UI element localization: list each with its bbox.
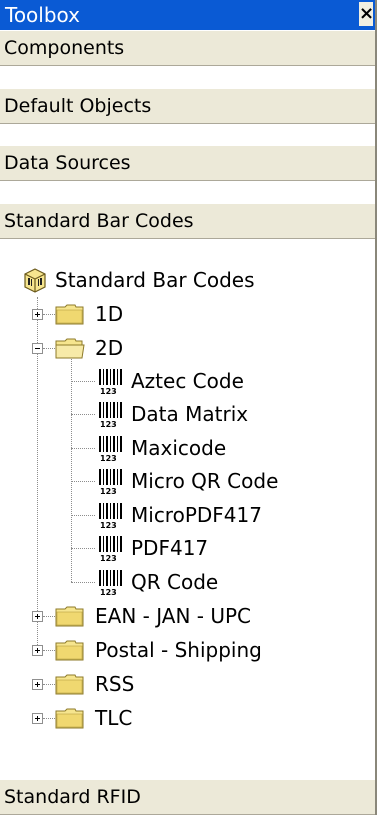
tree-root-label: Standard Bar Codes: [55, 268, 255, 292]
collapse-minus-icon[interactable]: [32, 343, 43, 354]
barcode-collection-icon: [22, 267, 48, 293]
folder-label: 1D: [95, 302, 124, 326]
expand-plus-icon[interactable]: [32, 611, 43, 622]
toolbox-titlebar: Toolbox ×: [0, 0, 375, 30]
tree-folder-postal-shipping[interactable]: Postal - Shipping: [0, 634, 375, 666]
barcode-icon: [96, 568, 126, 596]
folder-open-icon: [55, 337, 85, 359]
folder-label: RSS: [95, 672, 135, 696]
tree-item-qr-code[interactable]: QR Code: [0, 566, 375, 598]
tree-item-aztec-code[interactable]: Aztec Code: [0, 365, 375, 397]
tree-item-micropdf417[interactable]: MicroPDF417: [0, 499, 375, 531]
barcode-icon: [96, 501, 126, 529]
folder-closed-icon: [55, 639, 85, 661]
category-standard-rfid[interactable]: Standard RFID: [0, 779, 375, 815]
barcode-icon: [96, 434, 126, 462]
item-label: QR Code: [131, 570, 219, 594]
item-label: Maxicode: [131, 436, 227, 460]
expand-plus-icon[interactable]: [32, 309, 43, 320]
window-title: Toolbox: [5, 3, 80, 27]
item-label: MicroPDF417: [131, 503, 262, 527]
tree-item-pdf417[interactable]: PDF417: [0, 532, 375, 564]
barcode-icon: [96, 400, 126, 428]
tree-folder-1d[interactable]: 1D: [0, 298, 375, 330]
folder-label: TLC: [95, 706, 133, 730]
tree-item-maxicode[interactable]: Maxicode: [0, 432, 375, 464]
barcode-icon: [96, 367, 126, 395]
category-components[interactable]: Components: [0, 30, 375, 66]
folder-label: 2D: [95, 336, 124, 360]
folder-closed-icon: [55, 673, 85, 695]
tree-item-micro-qr-code[interactable]: Micro QR Code: [0, 465, 375, 497]
expand-plus-icon[interactable]: [32, 645, 43, 656]
tree-folder-ean-jan-upc[interactable]: EAN - JAN - UPC: [0, 600, 375, 632]
tree-item-data-matrix[interactable]: Data Matrix: [0, 398, 375, 430]
item-label: Aztec Code: [131, 369, 244, 393]
expand-plus-icon[interactable]: [32, 679, 43, 690]
folder-label: EAN - JAN - UPC: [95, 604, 251, 628]
barcode-tree: Standard Bar Codes 1D 2D Aztec Code Data…: [0, 264, 375, 774]
barcode-icon: [96, 467, 126, 495]
folder-closed-icon: [55, 707, 85, 729]
folder-label: Postal - Shipping: [95, 638, 262, 662]
tree-folder-tlc[interactable]: TLC: [0, 702, 375, 734]
category-default-objects[interactable]: Default Objects: [0, 88, 375, 124]
category-standard-bar-codes[interactable]: Standard Bar Codes: [0, 203, 375, 239]
expand-plus-icon[interactable]: [32, 713, 43, 724]
toolbox-window: Toolbox × Components Default Objects Dat…: [0, 0, 377, 815]
item-label: Micro QR Code: [131, 469, 279, 493]
barcode-icon: [96, 534, 126, 562]
tree-folder-2d[interactable]: 2D: [0, 332, 375, 364]
item-label: Data Matrix: [131, 402, 249, 426]
close-icon[interactable]: ×: [359, 2, 374, 26]
folder-closed-icon: [55, 303, 85, 325]
folder-closed-icon: [55, 605, 85, 627]
tree-root[interactable]: Standard Bar Codes: [0, 264, 375, 296]
category-data-sources[interactable]: Data Sources: [0, 145, 375, 181]
tree-folder-rss[interactable]: RSS: [0, 668, 375, 700]
item-label: PDF417: [131, 536, 209, 560]
